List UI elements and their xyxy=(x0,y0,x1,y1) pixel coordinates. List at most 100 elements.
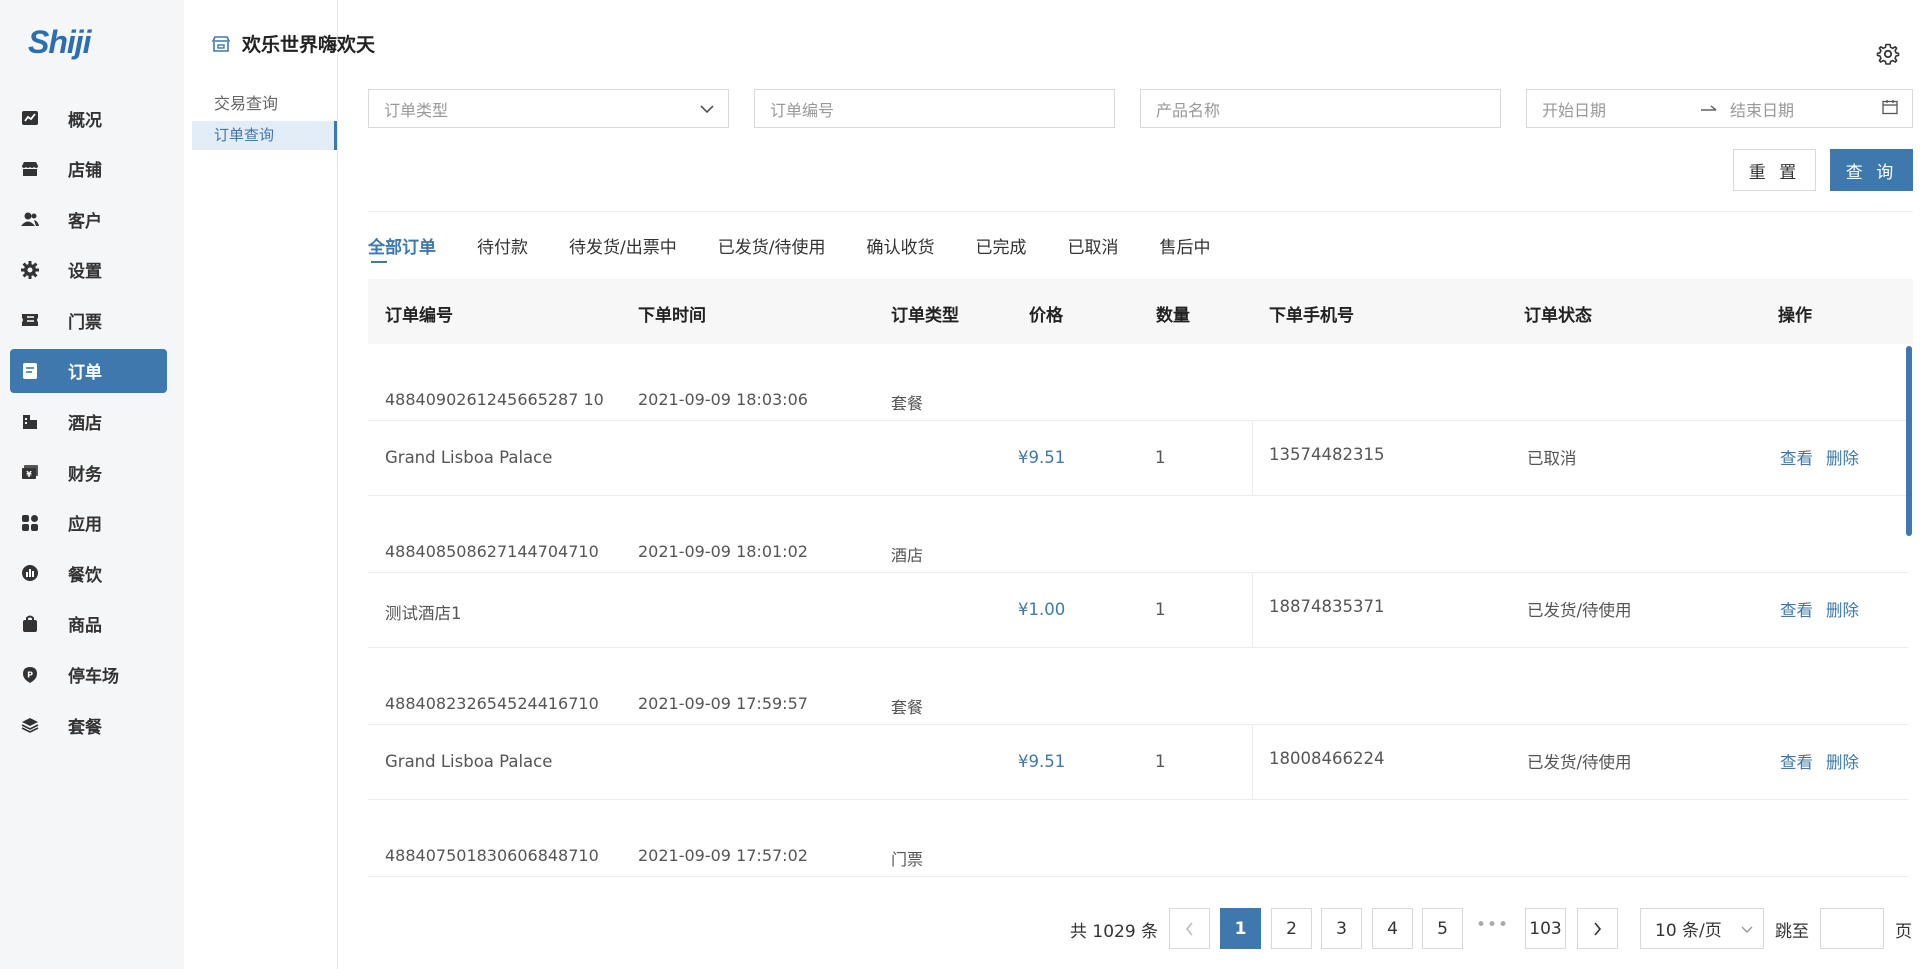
col-qty: 数量 xyxy=(1156,306,1190,326)
sidebar-item-parking[interactable]: P 停车场 xyxy=(10,653,167,697)
page-3[interactable]: 3 xyxy=(1321,908,1362,949)
subnav-group-label[interactable]: 交易查询 xyxy=(214,90,278,114)
order-group: 488408232654524416710 2021-09-09 17:59:5… xyxy=(368,648,1908,800)
col-order-time: 下单时间 xyxy=(638,306,706,326)
shiji-logo[interactable]: Shiji xyxy=(28,24,92,61)
jump-page-input[interactable] xyxy=(1820,908,1884,949)
delete-link[interactable]: 删除 xyxy=(1826,749,1859,773)
order-no: 4884090261245665287 10 xyxy=(385,390,604,409)
sidebar-item-packages[interactable]: 套餐 xyxy=(10,703,167,747)
divider xyxy=(368,211,1913,212)
tab-after-sales[interactable]: 售后中 xyxy=(1159,233,1210,263)
start-date-input[interactable]: 开始日期 xyxy=(1542,97,1700,121)
calendar-icon xyxy=(1882,99,1898,119)
chevron-down-icon xyxy=(700,99,714,118)
tab-pending-payment[interactable]: 待付款 xyxy=(477,233,528,263)
orders-table-body: 4884090261245665287 10 2021-09-09 18:03:… xyxy=(368,344,1908,877)
cell-divider xyxy=(1252,573,1253,648)
layers-icon xyxy=(20,715,40,735)
order-time: 2021-09-09 17:59:57 xyxy=(638,694,808,713)
col-actions: 操作 xyxy=(1778,306,1812,326)
shop-icon xyxy=(212,35,230,53)
prev-page-button[interactable] xyxy=(1169,908,1210,949)
tab-pending-shipment[interactable]: 待发货/出票中 xyxy=(569,233,677,263)
page-ellipsis[interactable]: ••• xyxy=(1476,915,1509,935)
view-link[interactable]: 查看 xyxy=(1780,597,1813,621)
sidebar-item-label: 酒店 xyxy=(68,414,102,435)
sidebar-item-label: 停车场 xyxy=(68,667,119,688)
end-date-input[interactable]: 结束日期 xyxy=(1730,97,1882,121)
reset-button[interactable]: 重 置 xyxy=(1733,149,1816,191)
order-type-select[interactable]: 订单类型 xyxy=(368,89,729,128)
page-5[interactable]: 5 xyxy=(1422,908,1463,949)
price: ¥9.51 xyxy=(1018,752,1066,771)
tab-all-orders[interactable]: 全部订单 xyxy=(368,233,436,263)
order-status-tabs: 全部订单 待付款 待发货/出票中 已发货/待使用 确认收货 已完成 已取消 售后… xyxy=(368,233,1251,263)
sidebar-item-overview[interactable]: 概况 xyxy=(10,96,167,140)
order-type-placeholder: 订单类型 xyxy=(384,100,449,120)
sidebar-item-label: 应用 xyxy=(68,515,102,536)
sidebar-item-label: 财务 xyxy=(68,464,102,485)
sidebar-item-dining[interactable]: 餐饮 xyxy=(10,551,167,595)
sidebar-item-label: 商品 xyxy=(68,616,102,637)
page-size-value: 10 条/页 xyxy=(1655,921,1722,941)
sidebar-item-goods[interactable]: 商品 xyxy=(10,602,167,646)
chevron-down-icon xyxy=(1741,919,1753,939)
delete-link[interactable]: 删除 xyxy=(1826,445,1859,469)
tab-cancelled[interactable]: 已取消 xyxy=(1067,233,1118,263)
order-type: 套餐 xyxy=(891,394,924,413)
shop-title: 欢乐世界嗨欢天 xyxy=(212,30,375,57)
page-4[interactable]: 4 xyxy=(1372,908,1413,949)
delete-link[interactable]: 删除 xyxy=(1826,597,1859,621)
table-header: 订单编号 下单时间 订单类型 价格 数量 下单手机号 订单状态 操作 xyxy=(368,279,1913,344)
view-link[interactable]: 查看 xyxy=(1780,749,1813,773)
sidebar-item-customers[interactable]: 客户 xyxy=(10,197,167,241)
sidebar-item-apps[interactable]: 应用 xyxy=(10,501,167,545)
price: ¥1.00 xyxy=(1018,600,1066,619)
table-scrollbar[interactable] xyxy=(1906,346,1912,536)
page-2[interactable]: 2 xyxy=(1271,908,1312,949)
parking-icon: P xyxy=(20,665,40,685)
gear-icon xyxy=(20,260,40,280)
page-last[interactable]: 103 xyxy=(1525,908,1566,949)
view-link[interactable]: 查看 xyxy=(1780,445,1813,469)
order-icon xyxy=(20,361,40,381)
order-number-input[interactable]: 订单编号 xyxy=(754,89,1115,128)
page-1[interactable]: 1 xyxy=(1220,908,1261,949)
order-no: 488408508627144704710 xyxy=(385,542,599,561)
sidebar-item-finance[interactable]: ¥ 财务 xyxy=(10,450,167,494)
col-order-type: 订单类型 xyxy=(891,306,959,326)
sidebar-item-label: 概况 xyxy=(68,110,102,131)
product-name: 测试酒店1 xyxy=(385,604,462,623)
order-group: 488407501830606848710 2021-09-09 17:57:0… xyxy=(368,800,1908,877)
price: ¥9.51 xyxy=(1018,448,1066,467)
page-size-select[interactable]: 10 条/页 xyxy=(1640,908,1764,949)
product-name-input[interactable]: 产品名称 xyxy=(1140,89,1501,128)
product-name: Grand Lisboa Palace xyxy=(385,752,553,771)
subnav-item-order-query[interactable]: 订单查询 xyxy=(192,121,337,150)
query-button[interactable]: 查 询 xyxy=(1830,149,1913,191)
tab-confirm-receipt[interactable]: 确认收货 xyxy=(866,233,934,263)
phone: 18874835371 xyxy=(1269,597,1385,616)
sidebar-item-settings[interactable]: 设置 xyxy=(10,248,167,292)
tab-completed[interactable]: 已完成 xyxy=(975,233,1026,263)
quantity: 1 xyxy=(1155,752,1166,771)
sidebar-item-hotel[interactable]: 酒店 xyxy=(10,400,167,444)
next-page-button[interactable] xyxy=(1577,908,1618,949)
sidebar-item-store[interactable]: 店铺 xyxy=(10,147,167,191)
date-range-picker[interactable]: 开始日期 结束日期 xyxy=(1526,89,1913,128)
tab-shipped[interactable]: 已发货/待使用 xyxy=(718,233,826,263)
users-icon xyxy=(20,209,40,229)
sidebar-item-tickets[interactable]: 门票 xyxy=(10,298,167,342)
sidebar-item-label: 店铺 xyxy=(68,161,102,182)
svg-text:P: P xyxy=(27,670,33,679)
order-header-row: 4884090261245665287 10 2021-09-09 18:03:… xyxy=(368,344,1908,421)
sub-sidebar: 欢乐世界嗨欢天 交易查询 订单查询 xyxy=(184,0,375,969)
shop-title-text: 欢乐世界嗨欢天 xyxy=(242,34,376,56)
settings-gear-icon[interactable] xyxy=(1876,42,1900,70)
sidebar-item-label: 客户 xyxy=(68,211,102,232)
total-count: 共 1029 条 xyxy=(1070,922,1159,942)
sidebar-item-label: 餐饮 xyxy=(68,565,102,586)
order-header-row: 488407501830606848710 2021-09-09 17:57:0… xyxy=(368,800,1908,877)
sidebar-item-orders[interactable]: 订单 xyxy=(10,348,167,393)
